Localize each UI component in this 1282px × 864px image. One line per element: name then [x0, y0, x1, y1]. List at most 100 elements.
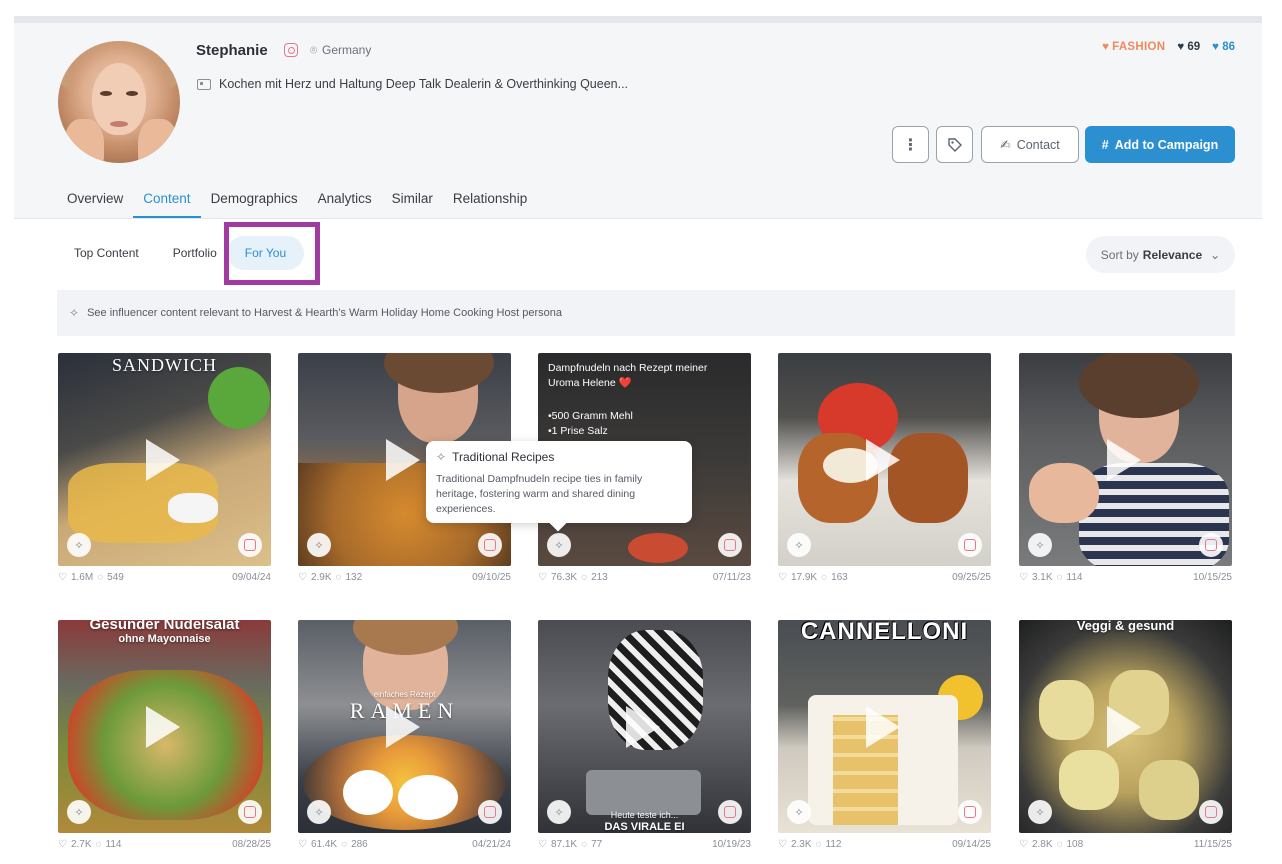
profile-header: Stephanie ⌾ Germany Kochen mit Herz und …	[14, 23, 1262, 218]
tab-demographics[interactable]: Demographics	[201, 191, 308, 218]
card-meta: ♡ 61.4K ◌ 286 04/21/24	[298, 839, 511, 850]
play-icon[interactable]	[626, 706, 660, 748]
content-card[interactable]: SANDWICH ✧	[58, 353, 271, 566]
tab-overview[interactable]: Overview	[67, 191, 133, 218]
card-caption: Gesunder Nudelsalat	[89, 620, 240, 633]
like-icon: ♡	[538, 839, 547, 850]
profile-name: Stephanie	[196, 42, 268, 59]
play-icon[interactable]	[386, 706, 420, 748]
content-card[interactable]: Heute teste ich... DAS VIRALE EI ✧	[538, 620, 751, 833]
tab-content[interactable]: Content	[133, 191, 201, 218]
likes-count: 61.4K	[310, 839, 338, 850]
comments-count: 213	[591, 572, 608, 583]
contact-button[interactable]: ✍ Contact	[981, 126, 1079, 163]
ai-sparkle-icon[interactable]: ✧	[307, 800, 331, 824]
likes-count: 87.1K	[550, 839, 578, 850]
comments-count: 114	[1066, 572, 1083, 583]
likes-count: 2.3K	[790, 839, 812, 850]
diamond-blue-icon: ♥	[1212, 41, 1219, 53]
ai-sparkle-icon[interactable]: ✧	[67, 800, 91, 824]
content-card[interactable]: CANNELLONI ✧	[778, 620, 991, 833]
post-date: 07/11/23	[712, 572, 751, 583]
top-strip	[14, 16, 1262, 23]
post-date: 09/10/25	[472, 572, 511, 583]
profile-bio: Kochen mit Herz und Haltung Deep Talk De…	[219, 77, 629, 91]
tabs-divider	[14, 218, 1262, 219]
reel-icon	[238, 800, 262, 824]
like-icon: ♡	[58, 839, 67, 850]
instagram-icon[interactable]	[284, 43, 298, 57]
likes-count: 76.3K	[550, 572, 578, 583]
card-meta: ♡ 2.7K ◌ 114 08/28/25	[58, 839, 271, 850]
reel-icon	[238, 533, 262, 557]
ai-sparkle-icon[interactable]: ✧	[787, 800, 811, 824]
comments-count: 549	[107, 572, 124, 583]
like-icon: ♡	[1019, 839, 1028, 850]
profile-badges: ♥ FASHION ♥ 69 ♥ 86	[1102, 41, 1235, 53]
ai-sparkle-icon[interactable]: ✧	[1028, 533, 1052, 557]
content-card[interactable]: ✧	[1019, 353, 1232, 566]
card-meta: ♡ 2.8K ◌ 108 11/15/25	[1019, 839, 1232, 850]
tag-button[interactable]	[936, 126, 973, 163]
content-card[interactable]: einfaches Rezept RAMEN ✧	[298, 620, 511, 833]
sparkle-icon: ✧	[69, 306, 80, 320]
kebab-icon: ⋮	[902, 136, 919, 154]
comments-count: 163	[831, 572, 848, 583]
avatar	[58, 41, 180, 163]
comments-count: 114	[105, 839, 122, 850]
add-to-campaign-label: Add to Campaign	[1114, 137, 1219, 152]
reel-icon	[718, 533, 742, 557]
card-caption: Veggi & gesund	[1076, 620, 1175, 633]
sort-value: Relevance	[1142, 247, 1203, 262]
persona-info-bar: ✧ See influencer content relevant to Har…	[57, 290, 1235, 336]
more-options-button[interactable]: ⋮	[892, 126, 929, 163]
content-card[interactable]: ✧	[778, 353, 991, 566]
hash-icon: #	[1101, 137, 1109, 152]
location-pin-icon: ⌾	[310, 43, 318, 57]
tab-analytics[interactable]: Analytics	[308, 191, 382, 218]
comment-icon: ◌	[581, 839, 588, 850]
play-icon[interactable]	[146, 706, 180, 748]
ai-sparkle-icon[interactable]: ✧	[307, 533, 331, 557]
comment-icon: ◌	[815, 839, 822, 850]
tab-relationship[interactable]: Relationship	[443, 191, 537, 218]
ai-sparkle-icon[interactable]: ✧	[1028, 800, 1052, 824]
comments-count: 108	[1066, 839, 1084, 850]
card-caption-line3: •1 Prise Salz	[548, 425, 608, 437]
content-card[interactable]: Veggi & gesund ✧	[1019, 620, 1232, 833]
add-to-campaign-button[interactable]: # Add to Campaign	[1085, 126, 1235, 163]
play-icon[interactable]	[1107, 439, 1141, 481]
diamond-dark-icon: ♥	[1177, 41, 1185, 53]
likes-count: 1.6M	[70, 572, 94, 583]
sort-dropdown[interactable]: Sort by Relevance ⌄	[1086, 236, 1235, 273]
like-icon: ♡	[58, 572, 67, 583]
comment-icon: ◌	[821, 572, 828, 583]
ai-sparkle-icon[interactable]: ✧	[547, 533, 571, 557]
comments-count: 286	[351, 839, 368, 850]
like-icon: ♡	[1019, 572, 1028, 583]
card-meta: ♡ 1.6M ◌ 549 09/04/24	[58, 572, 271, 583]
ai-sparkle-icon[interactable]: ✧	[547, 800, 571, 824]
id-card-icon	[197, 79, 211, 90]
tab-similar[interactable]: Similar	[382, 191, 443, 218]
comments-count: 132	[345, 572, 363, 583]
play-icon[interactable]	[146, 439, 180, 481]
like-icon: ♡	[778, 839, 787, 850]
play-icon[interactable]	[866, 439, 900, 481]
ai-sparkle-icon[interactable]: ✧	[787, 533, 811, 557]
reel-icon	[1199, 800, 1223, 824]
play-icon[interactable]	[386, 439, 420, 481]
subtab-top-content[interactable]: Top Content	[56, 236, 157, 270]
play-icon[interactable]	[866, 706, 900, 748]
tooltip-title: Traditional Recipes	[452, 450, 555, 464]
content-card[interactable]: Gesunder Nudelsalat ohne Mayonnaise ✧	[58, 620, 271, 833]
subtab-portfolio[interactable]: Portfolio	[157, 236, 221, 270]
card-caption-line2: ohne Mayonnaise	[118, 633, 211, 645]
post-date: 09/04/24	[232, 572, 271, 583]
like-icon: ♡	[298, 572, 307, 583]
handshake-icon: ✍	[1000, 138, 1011, 152]
ai-sparkle-icon[interactable]: ✧	[67, 533, 91, 557]
play-icon[interactable]	[1107, 706, 1141, 748]
comment-icon: ◌	[1056, 839, 1063, 850]
post-date: 10/19/23	[712, 839, 751, 850]
